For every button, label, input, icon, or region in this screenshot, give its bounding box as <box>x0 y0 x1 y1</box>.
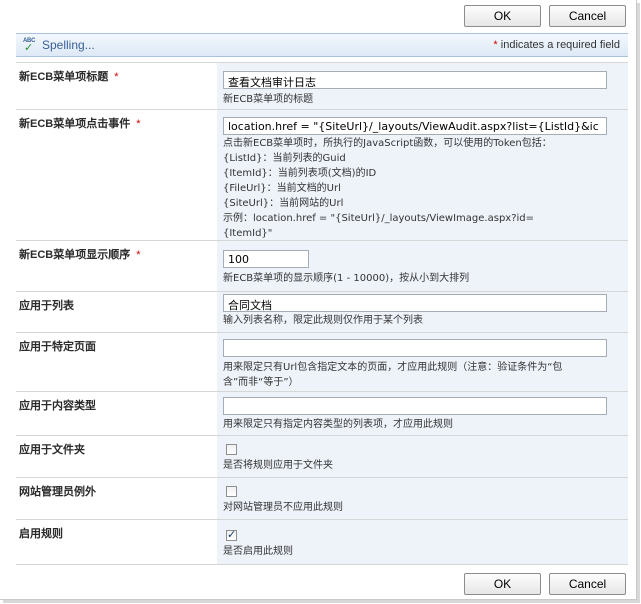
enable-rule-checkbox[interactable]: ✓ <box>226 528 237 541</box>
field-label: 应用于列表 <box>19 300 74 312</box>
row-apply-page: 应用于特定页面 用来限定只有Url包含指定文本的页面，才应用此规则（注意：验证条… <box>16 332 628 391</box>
field-label: 新ECB菜单项显示顺序 * <box>19 249 141 261</box>
field-description: 输入列表名称，限定此规则仅作用于某个列表 <box>223 315 423 326</box>
required-field-note: * indicates a required field <box>493 39 620 51</box>
row-apply-folder: 应用于文件夹 是否将规则应用于文件夹 <box>16 435 628 477</box>
field-label: 网站管理员例外 <box>19 486 96 498</box>
cancel-button-bottom[interactable]: Cancel <box>549 573 626 595</box>
cancel-button-top[interactable]: Cancel <box>549 5 626 27</box>
checkmark-icon: ✓ <box>227 528 237 541</box>
field-label: 新ECB菜单项标题 * <box>19 71 119 83</box>
field-description: 新ECB菜单项的标题 <box>223 94 314 105</box>
field-label: 新ECB菜单项点击事件 * <box>19 118 141 130</box>
form-bottom-divider <box>16 564 628 565</box>
row-apply-content-type: 应用于内容类型 用来限定只有指定内容类型的列表项，才应用此规则 <box>16 391 628 435</box>
field-label: 应用于内容类型 <box>19 400 96 412</box>
apply-content-type-input[interactable] <box>223 397 607 415</box>
toolbar: ABC ✓ Spelling... * indicates a required… <box>16 33 628 57</box>
spelling-icon[interactable]: ABC ✓ <box>23 38 37 54</box>
apply-list-input[interactable]: 合同文档 <box>223 294 607 312</box>
field-label: 应用于特定页面 <box>19 341 96 353</box>
dialog-shadow-right <box>637 3 640 603</box>
ecb-title-input[interactable]: 查看文档审计日志 <box>223 71 607 89</box>
ok-button-bottom[interactable]: OK <box>464 573 541 595</box>
apply-folder-checkbox[interactable] <box>226 444 237 455</box>
field-description: 点击新ECB菜单项时，所执行的JavaScript函数，可以使用的Token包括… <box>223 138 552 239</box>
spelling-link[interactable]: Spelling... <box>42 38 95 52</box>
row-ecb-click-event: 新ECB菜单项点击事件 * location.href = "{SiteUrl}/… <box>16 109 628 240</box>
ecb-click-event-input[interactable]: location.href = "{SiteUrl}/_layouts/View… <box>223 117 607 135</box>
field-description: 新ECB菜单项的显示顺序(1 - 10000)，按从小到大排列 <box>223 273 470 284</box>
dialog-shadow-bottom <box>3 600 640 603</box>
field-label: 启用规则 <box>19 528 63 540</box>
row-ecb-order: 新ECB菜单项显示顺序 * 100 新ECB菜单项的显示顺序(1 - 10000)… <box>16 240 628 291</box>
field-description: 是否将规则应用于文件夹 <box>223 460 333 471</box>
field-description: 对网站管理员不应用此规则 <box>223 502 343 513</box>
apply-page-input[interactable] <box>223 339 607 357</box>
row-admin-exception: 网站管理员例外 对网站管理员不应用此规则 <box>16 477 628 519</box>
row-enable-rule: 启用规则 ✓ 是否启用此规则 <box>16 519 628 564</box>
ecb-order-input[interactable]: 100 <box>223 250 309 268</box>
field-description: 用来限定只有Url包含指定文本的页面，才应用此规则（注意：验证条件为“包 含”而… <box>223 362 563 388</box>
field-description: 用来限定只有指定内容类型的列表项，才应用此规则 <box>223 419 453 430</box>
row-ecb-title: 新ECB菜单项标题 * 查看文档审计日志 新ECB菜单项的标题 <box>16 62 628 109</box>
field-label: 应用于文件夹 <box>19 444 85 456</box>
row-apply-list: 应用于列表 合同文档 输入列表名称，限定此规则仅作用于某个列表 <box>16 291 628 332</box>
ok-button-top[interactable]: OK <box>464 5 541 27</box>
field-description: 是否启用此规则 <box>223 546 293 557</box>
required-note-text: indicates a required field <box>497 39 620 51</box>
admin-exception-checkbox[interactable] <box>226 486 237 497</box>
